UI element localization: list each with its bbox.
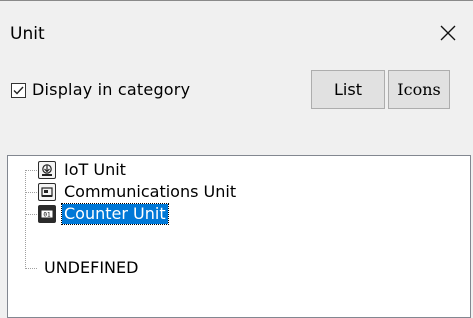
display-in-category-checkbox[interactable]: Display in category: [11, 79, 190, 101]
list-view-button[interactable]: List: [311, 70, 385, 109]
window-title: Unit: [10, 24, 45, 44]
svg-text:01: 01: [43, 211, 51, 218]
counter-unit-icon: 01: [38, 205, 56, 223]
tree-item-label: UNDEFINED: [44, 258, 139, 277]
tree-item-undefined[interactable]: UNDEFINED: [42, 258, 140, 278]
close-icon: [440, 25, 456, 41]
tree-item-counter-unit[interactable]: 01 Counter Unit: [38, 203, 169, 225]
tree-connector-vertical: [25, 170, 26, 269]
checkbox-box[interactable]: [11, 82, 26, 98]
window-top-border: [0, 0, 473, 1]
communications-unit-icon: [38, 183, 56, 201]
tree-item-iot-unit[interactable]: IoT Unit: [38, 160, 128, 180]
tree-item-communications-unit[interactable]: Communications Unit: [38, 182, 238, 202]
checkmark-icon: [13, 86, 24, 95]
iot-unit-icon: [38, 161, 56, 179]
tree-item-label: IoT Unit: [64, 160, 126, 179]
icons-view-button[interactable]: Icons: [388, 70, 450, 109]
tree-item-label: Communications Unit: [64, 182, 237, 201]
tree-connector: [25, 214, 37, 215]
tree-connector: [25, 192, 37, 193]
tree-connector: [25, 268, 37, 269]
close-button[interactable]: [437, 22, 459, 44]
tree-connector: [25, 170, 37, 171]
display-in-category-label: Display in category: [32, 80, 191, 99]
tree-item-label: Counter Unit: [61, 203, 169, 225]
